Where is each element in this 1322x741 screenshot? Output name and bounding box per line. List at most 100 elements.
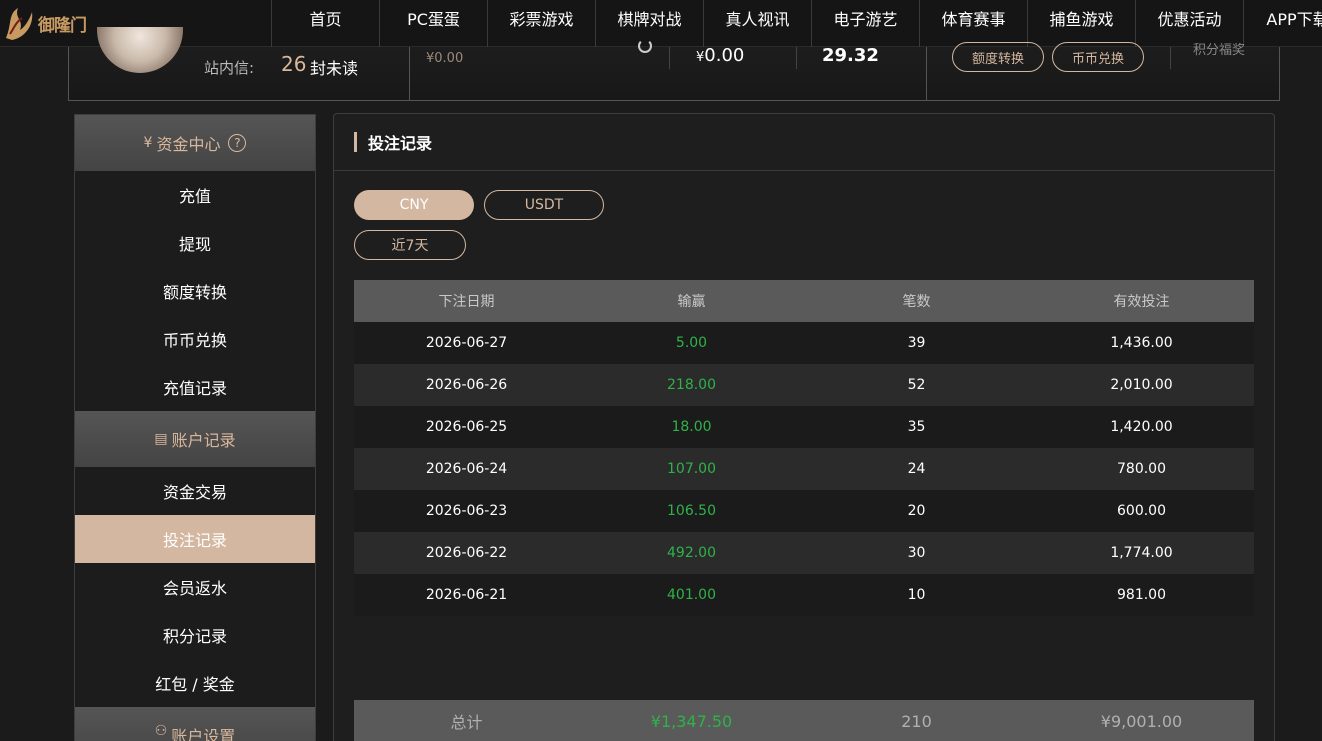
sidebar-item-bonus[interactable]: 红包 / 奖金 <box>75 659 315 707</box>
sidebar-item-deposit[interactable]: 充值 <box>75 171 315 219</box>
nav-item-slots[interactable]: 电子游艺 <box>811 0 919 47</box>
sidebar-item-transactions[interactable]: 资金交易 <box>75 467 315 515</box>
exchange-button[interactable]: 币币兑换 <box>1052 42 1144 72</box>
cell-valid-bet: 1,436.00 <box>1110 335 1173 351</box>
table-row: 2026-06-25 18.00 35 1,420.00 <box>354 406 1254 448</box>
account-summary: 站内信: 26 封未读 ¥0.00 ¥0.00 29.32 额度转换 币币兑换 … <box>68 27 1280 101</box>
unread-count[interactable]: 26 <box>281 52 306 76</box>
total-valid-bet: ¥9,001.00 <box>1100 711 1183 731</box>
balance-amount: ¥0.00 <box>696 45 744 66</box>
cell-win-loss: 401.00 <box>667 587 716 603</box>
table-footer-totals: 总计 ¥1,347.50 210 ¥9,001.00 <box>354 700 1254 741</box>
tab-usdt[interactable]: USDT <box>484 190 604 220</box>
yen-coin-icon: ¥ <box>143 135 153 151</box>
table-header: 下注日期 输赢 笔数 有效投注 <box>354 280 1254 322</box>
group-title-settings: 账户设置 <box>171 727 236 741</box>
cell-valid-bet: 600.00 <box>1117 503 1166 519</box>
cell-date: 2026-06-22 <box>425 545 508 561</box>
avatar[interactable] <box>97 27 183 73</box>
column-header-date: 下注日期 <box>438 294 495 310</box>
refresh-icon[interactable] <box>638 39 652 53</box>
table-row: 2026-06-26 218.00 52 2,010.00 <box>354 364 1254 406</box>
cell-valid-bet: 2,010.00 <box>1110 377 1173 393</box>
inbox-label: 站内信: <box>204 59 255 77</box>
main-nav: 首页 PC蛋蛋 彩票游戏 棋牌对战 真人视讯 电子游艺 体育赛事 捕鱼游戏 优惠… <box>271 0 1322 47</box>
sidebar-item-bet-records[interactable]: 投注记录 <box>75 515 315 563</box>
logo-emblem-icon <box>6 7 33 40</box>
cell-count: 35 <box>907 419 926 435</box>
nav-item-pc-egg[interactable]: PC蛋蛋 <box>379 0 487 47</box>
logo-text: 御隆门 <box>38 16 87 36</box>
nav-item-live-casino[interactable]: 真人视讯 <box>703 0 811 47</box>
divider <box>669 47 670 69</box>
site-logo[interactable]: 御隆门 <box>0 0 92 47</box>
cell-valid-bet: 1,420.00 <box>1110 419 1173 435</box>
table-row: 2026-06-22 492.00 30 1,774.00 <box>354 532 1254 574</box>
title-accent-bar <box>354 132 357 152</box>
cell-date: 2026-06-21 <box>425 587 508 603</box>
secondary-amount: 29.32 <box>822 45 879 66</box>
group-title-funds: 资金中心 <box>156 135 221 154</box>
tab-cny[interactable]: CNY <box>354 190 474 220</box>
date-range-filter[interactable]: 近7天 <box>354 230 466 260</box>
cell-valid-bet: 780.00 <box>1117 461 1166 477</box>
nav-item-app-download[interactable]: APP下载 <box>1243 0 1322 47</box>
cell-date: 2026-06-23 <box>425 503 508 519</box>
help-icon[interactable]: ? <box>228 134 247 152</box>
sidebar-item-exchange[interactable]: 币币兑换 <box>75 315 315 363</box>
sidebar-item-points-history[interactable]: 积分记录 <box>75 611 315 659</box>
divider <box>1170 47 1171 69</box>
cell-date: 2026-06-24 <box>425 461 508 477</box>
cell-win-loss: 107.00 <box>667 461 716 477</box>
cell-valid-bet: 1,774.00 <box>1110 545 1173 561</box>
table-row: 2026-06-24 107.00 24 780.00 <box>354 448 1254 490</box>
cell-win-loss: 18.00 <box>671 419 712 435</box>
page-title: 投注记录 <box>368 134 433 153</box>
nav-item-sports[interactable]: 体育赛事 <box>919 0 1027 47</box>
sidebar-item-deposit-history[interactable]: 充值记录 <box>75 363 315 411</box>
sidebar-item-rebate[interactable]: 会员返水 <box>75 563 315 611</box>
nav-item-home[interactable]: 首页 <box>271 0 379 47</box>
unread-label: 封未读 <box>310 59 359 78</box>
cell-count: 20 <box>907 503 926 519</box>
cell-count: 24 <box>907 461 926 477</box>
column-header-valid-bet: 有效投注 <box>1113 294 1170 310</box>
panel-header: 投注记录 <box>334 114 1274 171</box>
total-win-loss: ¥1,347.50 <box>650 711 733 731</box>
cell-valid-bet: 981.00 <box>1117 587 1166 603</box>
divider <box>796 47 797 69</box>
cell-date: 2026-06-27 <box>425 335 508 351</box>
group-title-records: 账户记录 <box>171 431 236 450</box>
sidebar-item-withdraw[interactable]: 提现 <box>75 219 315 267</box>
cell-win-loss: 5.00 <box>675 335 708 351</box>
bet-records-table: 下注日期 输赢 笔数 有效投注 2026-06-27 5.00 39 1,436… <box>354 280 1254 616</box>
bet-records-panel: 投注记录 CNY USDT 近7天 下注日期 输赢 笔数 有效投注 2026-0… <box>333 113 1275 741</box>
transfer-button[interactable]: 额度转换 <box>952 42 1044 72</box>
cell-win-loss: 492.00 <box>667 545 716 561</box>
balance-value: 0.00 <box>704 45 745 66</box>
table-row: 2026-06-21 401.00 10 981.00 <box>354 574 1254 616</box>
cell-win-loss: 106.50 <box>667 503 716 519</box>
top-navigation-bar: 御隆门 首页 PC蛋蛋 彩票游戏 棋牌对战 真人视讯 电子游艺 体育赛事 捕鱼游… <box>0 0 1322 47</box>
user-settings-icon: ⚇ <box>154 723 168 739</box>
sidebar: ¥ 资金中心 ? 充值 提现 额度转换 币币兑换 充值记录 ▤ 账户记录 资金交… <box>74 114 316 741</box>
nav-item-lottery[interactable]: 彩票游戏 <box>487 0 595 47</box>
total-label: 总计 <box>450 713 483 732</box>
sub-balance: ¥0.00 <box>426 51 464 66</box>
sidebar-item-transfer[interactable]: 额度转换 <box>75 267 315 315</box>
cell-date: 2026-06-25 <box>425 419 508 435</box>
cell-count: 30 <box>907 545 926 561</box>
cell-count: 52 <box>907 377 926 393</box>
cell-date: 2026-06-26 <box>425 377 508 393</box>
sidebar-group-records: ▤ 账户记录 <box>75 411 315 467</box>
points-reward-link[interactable]: 积分福奖 <box>1193 39 1245 58</box>
divider <box>926 47 927 100</box>
nav-item-fishing[interactable]: 捕鱼游戏 <box>1027 0 1135 47</box>
column-header-win-loss: 输赢 <box>677 294 706 310</box>
column-header-count: 笔数 <box>902 294 931 310</box>
table-row: 2026-06-27 5.00 39 1,436.00 <box>354 322 1254 364</box>
cell-count: 39 <box>907 335 926 351</box>
cell-count: 10 <box>907 587 926 603</box>
cell-win-loss: 218.00 <box>667 377 716 393</box>
table-row: 2026-06-23 106.50 20 600.00 <box>354 490 1254 532</box>
